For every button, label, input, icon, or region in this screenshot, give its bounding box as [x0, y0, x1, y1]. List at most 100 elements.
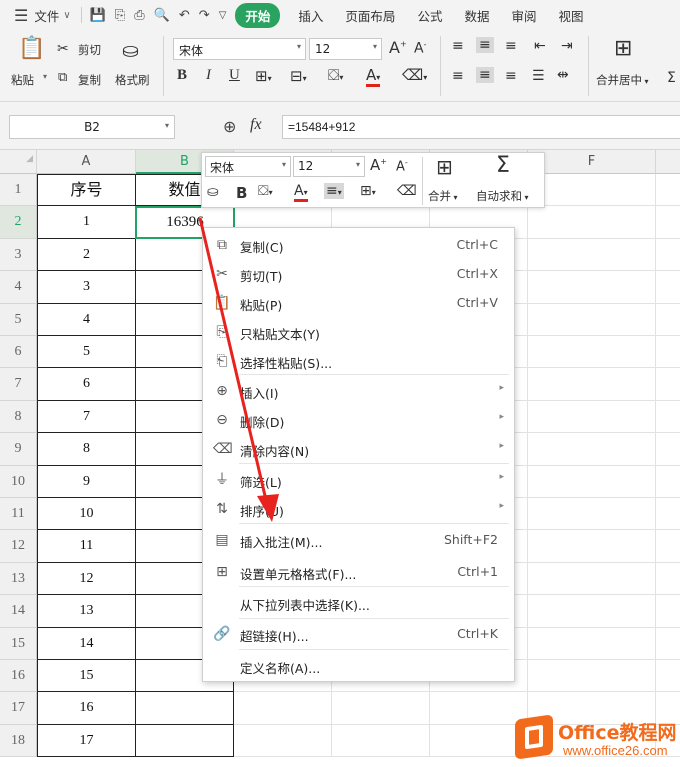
row-header[interactable]: 2 — [0, 206, 37, 239]
chevron-down-icon[interactable]: ▾ — [43, 72, 47, 81]
context-menu-item[interactable]: ⊞ 设置单元格格式(F)... Ctrl+1 — [203, 558, 514, 586]
decrease-font-icon[interactable]: A- — [396, 158, 408, 174]
grid-cell[interactable] — [528, 562, 656, 596]
grid-cell[interactable] — [528, 238, 656, 272]
hamburger-icon[interactable]: ☰ — [14, 6, 28, 25]
grid-cell[interactable] — [656, 336, 680, 369]
font-size-select[interactable]: 12 ▾ — [309, 38, 382, 60]
cell-seq[interactable]: 6 — [37, 368, 136, 401]
file-menu[interactable]: 文件 — [34, 6, 59, 25]
row-header[interactable]: 1 — [0, 174, 37, 207]
align-center-icon[interactable]: ≡▾ — [324, 183, 344, 199]
cell-seq[interactable]: 10 — [37, 498, 136, 531]
name-box[interactable]: B2 ▾ — [9, 115, 175, 139]
grid-cell[interactable] — [430, 724, 528, 758]
format-painter-button[interactable]: 格式刷 — [115, 72, 150, 88]
grid-cell[interactable] — [656, 271, 680, 304]
font-color-icon[interactable]: A▾ — [294, 183, 308, 202]
tab-view[interactable]: 视图 — [558, 6, 583, 25]
tab-review[interactable]: 审阅 — [511, 6, 536, 25]
cut-button[interactable]: 剪切 — [78, 42, 101, 58]
save-icon[interactable]: 💾 — [90, 8, 106, 23]
decrease-font-icon[interactable]: A- — [414, 40, 426, 57]
align-top-icon[interactable]: ≡ — [452, 38, 464, 54]
chevron-down-icon[interactable]: ∨ — [63, 10, 70, 21]
grid-cell[interactable] — [656, 660, 680, 693]
context-menu-item[interactable]: ⧉ 复制(C) Ctrl+C — [203, 231, 514, 259]
format-painter-icon[interactable]: ⛀ — [122, 38, 139, 62]
row-header[interactable]: 16 — [0, 660, 37, 693]
context-menu-item[interactable]: 从下拉列表中选择(K)... — [203, 589, 514, 617]
context-menu-item[interactable]: ⎗ 选择性粘贴(S)... — [203, 347, 514, 375]
mini-autosum-button[interactable]: 自动求和 ▾ — [476, 188, 529, 204]
cell-value[interactable] — [136, 692, 234, 725]
cell-seq[interactable]: 11 — [37, 530, 136, 563]
grid-cell[interactable] — [430, 692, 528, 725]
align-right-icon[interactable]: ≡ — [505, 68, 517, 84]
grid-cell[interactable] — [656, 239, 680, 272]
context-menu-item[interactable]: ▤ 插入批注(M)... Shift+F2 — [203, 526, 514, 554]
context-menu-item[interactable]: ⏚ 筛选(L) ▸ — [203, 466, 514, 494]
grid-cell[interactable] — [656, 595, 680, 628]
copy-button[interactable]: 复制 — [78, 72, 101, 88]
grid-cell[interactable] — [528, 465, 656, 498]
mini-merge-button[interactable]: 合并 ▾ — [428, 188, 458, 204]
grid-cell[interactable] — [332, 692, 430, 725]
row-header[interactable]: 14 — [0, 595, 37, 628]
font-name-select[interactable]: 宋体 ▾ — [173, 38, 306, 60]
grid-cell[interactable] — [656, 304, 680, 336]
grid-cell[interactable] — [656, 174, 680, 207]
cell-seq[interactable]: 8 — [37, 433, 136, 466]
sigma-icon[interactable]: Σ — [496, 153, 510, 178]
align-left-icon[interactable]: ≡ — [452, 68, 464, 84]
grid-cell[interactable] — [656, 401, 680, 434]
customize-icon[interactable]: ▽ — [219, 10, 227, 21]
merge-center-icon[interactable]: ⊞ — [614, 36, 632, 61]
grid-cell[interactable] — [656, 563, 680, 596]
grid-cell[interactable] — [656, 368, 680, 401]
context-menu-item[interactable]: 定义名称(A)... — [203, 652, 514, 680]
undo-icon[interactable]: ↶ — [179, 8, 190, 23]
context-menu-item[interactable]: ⊕ 插入(I) ▸ — [203, 377, 514, 405]
row-header[interactable]: 11 — [0, 498, 37, 531]
grid-cell[interactable] — [528, 627, 656, 660]
print-icon[interactable]: ⎙ — [134, 8, 144, 23]
cell-seq[interactable]: 15 — [37, 660, 136, 693]
context-menu-item[interactable]: ⌫ 清除内容(N) ▸ — [203, 435, 514, 463]
column-header-f[interactable]: F — [528, 150, 656, 174]
row-header[interactable]: 8 — [0, 400, 37, 434]
row-header[interactable]: 9 — [0, 433, 37, 466]
cell-seq[interactable]: 14 — [37, 627, 136, 660]
grid-cell[interactable] — [234, 692, 332, 725]
format-painter-icon[interactable]: ⛀ — [207, 184, 219, 200]
font-color-icon[interactable]: A▾ — [366, 66, 381, 87]
grid-cell[interactable] — [528, 530, 656, 563]
grid-cell[interactable] — [528, 433, 656, 466]
context-menu-item[interactable]: ⊖ 删除(D) ▸ — [203, 406, 514, 434]
grid-cell[interactable] — [528, 271, 656, 304]
row-header[interactable]: 17 — [0, 692, 37, 725]
align-bottom-icon[interactable]: ≡ — [505, 38, 517, 54]
grid-cell[interactable] — [528, 660, 656, 693]
grid-cell[interactable] — [528, 498, 656, 531]
cell-seq[interactable]: 5 — [37, 336, 136, 369]
row-header[interactable]: 4 — [0, 271, 37, 304]
grid-cell[interactable] — [332, 724, 430, 758]
paste-button[interactable]: 粘贴 — [11, 72, 34, 88]
export-icon[interactable]: ⎘ — [115, 8, 125, 23]
row-header[interactable]: 3 — [0, 238, 37, 272]
scissors-icon[interactable]: ✂ — [57, 41, 69, 57]
grid-cell[interactable] — [656, 530, 680, 563]
fill-color-icon[interactable]: ⛋▾ — [328, 66, 343, 84]
cell-seq[interactable]: 9 — [37, 465, 136, 498]
merge-icon[interactable]: ⊞ — [436, 155, 453, 179]
border-style-icon[interactable]: ⊟▾ — [290, 67, 307, 85]
tab-insert[interactable]: 插入 — [298, 6, 323, 25]
row-header[interactable]: 6 — [0, 336, 37, 369]
row-header[interactable]: 5 — [0, 303, 37, 336]
select-all-corner[interactable]: ◢ — [0, 150, 37, 174]
bold-button[interactable]: B — [177, 67, 187, 84]
cell-seq[interactable]: 17 — [37, 724, 136, 758]
grid-cell[interactable] — [528, 400, 656, 434]
context-menu-item[interactable]: ✂ 剪切(T) Ctrl+X — [203, 260, 514, 288]
